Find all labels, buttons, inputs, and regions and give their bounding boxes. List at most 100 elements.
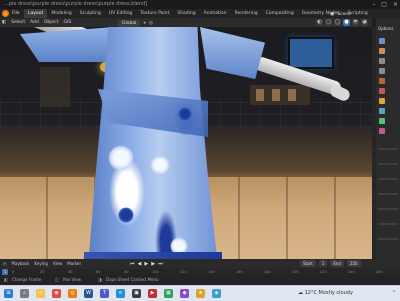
app-icon[interactable]: ★ bbox=[196, 289, 205, 298]
viewport-header: ◧ Select Add Object GIS Global ⌖ ◎ ◐ ▢ ◯… bbox=[0, 18, 372, 27]
tab-uv-editing[interactable]: UV Editing bbox=[105, 9, 136, 18]
scene-props-icon[interactable] bbox=[379, 78, 385, 84]
right-sleeve bbox=[200, 27, 265, 79]
status-hint-2: Pan View bbox=[63, 277, 81, 282]
close-button[interactable]: × bbox=[393, 0, 398, 9]
app-icon[interactable]: ◈ bbox=[212, 289, 221, 298]
dress-mesh[interactable] bbox=[88, 27, 218, 259]
background-lamp bbox=[40, 67, 70, 107]
minimize-button[interactable]: – bbox=[372, 0, 375, 9]
menu-object[interactable]: Object bbox=[44, 18, 59, 27]
tab-compositing[interactable]: Compositing bbox=[262, 9, 298, 18]
shading-material-icon[interactable]: ◓ bbox=[352, 19, 359, 26]
dress-flower bbox=[118, 207, 134, 223]
transform-orientation-dropdown[interactable]: Global bbox=[118, 20, 141, 27]
background-shelf bbox=[250, 85, 310, 105]
background-tv bbox=[288, 37, 334, 69]
tab-animation[interactable]: Animation bbox=[200, 9, 231, 18]
output-icon[interactable] bbox=[379, 58, 385, 64]
system-tray[interactable]: ⌃ bbox=[392, 286, 396, 301]
prev-keyframe-icon[interactable]: ◀ bbox=[138, 261, 142, 267]
data-icon[interactable] bbox=[379, 118, 385, 124]
start-frame-field[interactable]: 1 bbox=[318, 260, 328, 267]
status-hint-3: Dope Sheet Context Menu bbox=[106, 277, 159, 282]
dress-flower bbox=[150, 155, 170, 175]
jump-start-icon[interactable]: ⏮ bbox=[130, 261, 135, 267]
chrome-icon[interactable]: ◉ bbox=[52, 289, 61, 298]
status-bar: ◧ Change Frame ◫ Pan View ◨ Dope Sheet C… bbox=[0, 275, 400, 285]
jump-end-icon[interactable]: ⏭ bbox=[158, 261, 163, 267]
tab-sculpting[interactable]: Sculpting bbox=[76, 9, 105, 18]
start-frame-label: Start bbox=[300, 260, 316, 267]
dress-flower bbox=[178, 107, 192, 121]
timeline-header: ◷ Playback Keying View Marker ⏮ ◀ ▶ ▶ ⏭ … bbox=[0, 259, 400, 269]
menu-select[interactable]: Select bbox=[11, 18, 25, 27]
search-icon[interactable]: ⌕ bbox=[20, 289, 29, 298]
tab-texture-paint[interactable]: Texture Paint bbox=[136, 9, 173, 18]
dress-hem bbox=[84, 252, 222, 259]
app-icon[interactable]: ▦ bbox=[164, 289, 173, 298]
tool-icon[interactable] bbox=[379, 38, 385, 44]
blender-icon[interactable]: ◎ bbox=[68, 289, 77, 298]
menu-file[interactable]: File bbox=[12, 9, 20, 18]
3d-viewport[interactable] bbox=[0, 27, 372, 259]
overlay-icon[interactable]: ◐ bbox=[316, 19, 323, 26]
window-title: ...ple dress\purple dress\purple dress\p… bbox=[4, 1, 148, 7]
edge-icon[interactable]: e bbox=[116, 289, 125, 298]
left-sleeve bbox=[20, 27, 115, 62]
snap-icon[interactable]: ⌖ bbox=[143, 19, 146, 27]
timeline-editor-icon[interactable]: ◷ bbox=[3, 259, 7, 269]
end-frame-label: End bbox=[330, 260, 344, 267]
world-icon[interactable] bbox=[379, 88, 385, 94]
shading-rendered-icon[interactable]: ◕ bbox=[361, 19, 368, 26]
mouse-right-icon: ◨ bbox=[98, 277, 102, 282]
word-icon[interactable]: W bbox=[84, 289, 93, 298]
menu-view[interactable]: View bbox=[53, 259, 63, 269]
editor-type-icon[interactable]: ◧ bbox=[2, 18, 6, 27]
top-menubar: File Layout Modeling Sculpting UV Editin… bbox=[0, 9, 400, 18]
tab-layout[interactable]: Layout bbox=[24, 9, 48, 18]
app-icon[interactable]: ▣ bbox=[132, 289, 141, 298]
window-titlebar: ...ple dress\purple dress\purple dress\p… bbox=[0, 0, 400, 9]
weather-widget[interactable]: ☁ 12°C Mostly cloudy bbox=[298, 286, 353, 301]
xray-icon[interactable]: ▢ bbox=[325, 19, 332, 26]
scene-icon: ▣ bbox=[330, 12, 335, 17]
menu-gis[interactable]: GIS bbox=[64, 18, 72, 27]
object-props-icon[interactable] bbox=[379, 98, 385, 104]
shading-wireframe-icon[interactable]: ◯ bbox=[334, 19, 341, 26]
app-icon[interactable]: ◆ bbox=[180, 289, 189, 298]
weather-temp: 12°C bbox=[304, 290, 317, 296]
end-frame-field[interactable]: 250 bbox=[346, 260, 361, 267]
blender-logo-icon[interactable] bbox=[2, 10, 9, 17]
menu-keying[interactable]: Keying bbox=[34, 259, 47, 269]
proportional-edit-icon[interactable]: ◎ bbox=[149, 19, 153, 27]
menu-playback[interactable]: Playback bbox=[12, 259, 30, 269]
modifier-icon[interactable] bbox=[379, 108, 385, 114]
properties-panel[interactable]: Options bbox=[376, 18, 400, 259]
scene-selector[interactable]: ▣ Scene bbox=[330, 10, 351, 18]
weather-text: Mostly cloudy bbox=[318, 290, 353, 296]
start-menu-icon[interactable]: ⊞ bbox=[4, 289, 13, 298]
mouse-left-icon: ◧ bbox=[4, 277, 8, 282]
options-label[interactable]: Options bbox=[378, 26, 393, 31]
tab-shading[interactable]: Shading bbox=[173, 9, 199, 18]
maximize-button[interactable]: □ bbox=[381, 0, 387, 9]
material-icon[interactable] bbox=[379, 128, 385, 134]
play-icon[interactable]: ▶ bbox=[144, 261, 148, 267]
next-keyframe-icon[interactable]: ▶ bbox=[151, 261, 155, 267]
file-explorer-icon[interactable]: ▭ bbox=[36, 289, 45, 298]
view-layer-icon[interactable] bbox=[379, 68, 385, 74]
shading-solid-icon[interactable]: ● bbox=[343, 19, 350, 26]
teams-icon[interactable]: T bbox=[100, 289, 109, 298]
menu-add[interactable]: Add bbox=[30, 18, 39, 27]
menu-marker[interactable]: Marker bbox=[67, 259, 81, 269]
chevron-up-icon[interactable]: ⌃ bbox=[392, 286, 396, 301]
app-icon[interactable]: ▶ bbox=[148, 289, 157, 298]
tab-modeling[interactable]: Modeling bbox=[47, 9, 75, 18]
os-taskbar: ⊞ ⌕ ▭ ◉ ◎ W T e ▣ ▶ ▦ ◆ ★ ◈ ☁ 12°C Mostl… bbox=[0, 285, 400, 301]
scene-label: Scene bbox=[337, 12, 351, 17]
mouse-middle-icon: ◫ bbox=[55, 277, 59, 282]
render-icon[interactable] bbox=[379, 48, 385, 54]
tab-rendering[interactable]: Rendering bbox=[231, 9, 262, 18]
cloud-icon: ☁ bbox=[298, 290, 303, 296]
